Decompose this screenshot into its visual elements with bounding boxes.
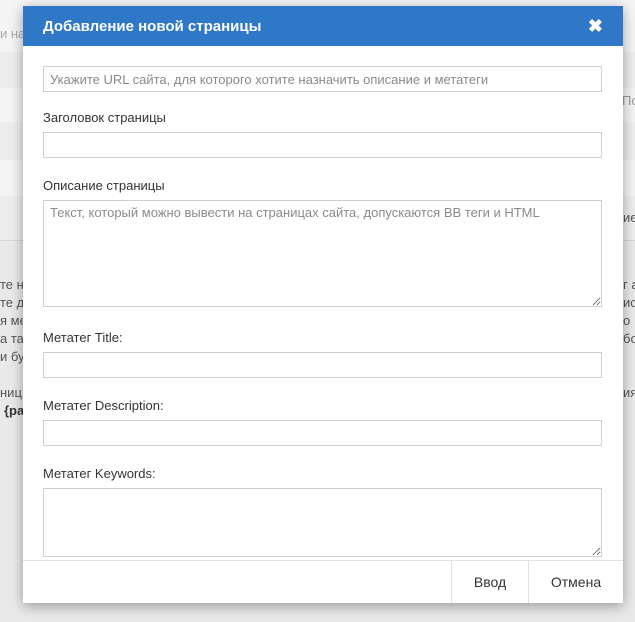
background-right-fragment: ие (623, 210, 635, 225)
meta-title-label: Метатег Title: (43, 330, 123, 345)
background-text: ниц (0, 385, 22, 400)
background-text: те н (0, 277, 24, 292)
background-search-fragment: и на (0, 26, 26, 41)
background-text: те д (0, 295, 25, 310)
background-right-fragment: По (622, 93, 635, 108)
meta-keywords-label: Метатег Keywords: (43, 466, 156, 481)
background-text: и бу (0, 349, 25, 364)
modal-footer: Ввод Отмена (23, 560, 623, 603)
background-text: {ра (4, 403, 25, 418)
background-text: ия (623, 385, 635, 400)
close-icon[interactable]: ✖ (588, 17, 603, 35)
meta-title-input[interactable] (43, 352, 602, 378)
background-text: бо (623, 331, 635, 346)
add-page-modal: Добавление новой страницы ✖ Заголовок ст… (23, 6, 623, 603)
cancel-button[interactable]: Отмена (528, 561, 623, 603)
page-title-input[interactable] (43, 132, 602, 158)
page-title-label: Заголовок страницы (43, 110, 166, 125)
page-description-label: Описание страницы (43, 178, 165, 193)
background-text: г а (623, 277, 635, 292)
meta-keywords-textarea[interactable] (43, 488, 602, 557)
modal-header: Добавление новой страницы ✖ (23, 6, 623, 46)
background-text: ис (623, 295, 635, 310)
submit-button[interactable]: Ввод (451, 561, 528, 603)
meta-description-label: Метатег Description: (43, 398, 164, 413)
meta-description-input[interactable] (43, 420, 602, 446)
modal-title: Добавление новой страницы (43, 17, 262, 35)
background-text: а та (0, 331, 24, 346)
url-input[interactable] (43, 66, 602, 92)
page-description-textarea[interactable] (43, 200, 602, 307)
background-text: о (623, 313, 631, 328)
modal-body: Заголовок страницы Описание страницы Мет… (23, 46, 623, 562)
